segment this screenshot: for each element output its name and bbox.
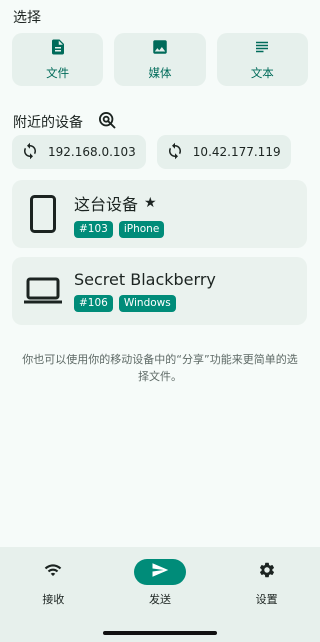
- device-id-badge: #106: [74, 295, 113, 312]
- home-indicator: [103, 631, 217, 635]
- nav-receive-label: 接收: [42, 593, 65, 606]
- nearby-title: 附近的设备: [13, 115, 83, 131]
- phone-icon: [12, 195, 74, 233]
- file-icon: [49, 38, 67, 60]
- device-os-badge: iPhone: [118, 220, 165, 238]
- pick-buttons: 文件 媒体 文本: [12, 33, 308, 86]
- refresh-icon: [166, 142, 184, 163]
- nav-receive[interactable]: 接收: [8, 559, 98, 642]
- text-icon: [253, 38, 271, 60]
- pick-text-label: 文本: [250, 66, 274, 80]
- refresh-icon: [21, 142, 39, 163]
- pick-text-button[interactable]: 文本: [216, 33, 308, 86]
- nav-send[interactable]: 发送: [115, 559, 205, 642]
- device-name: 这台设备: [74, 194, 139, 214]
- device-id-badge: #103: [74, 220, 113, 238]
- nearby-header: 附近的设备: [13, 110, 117, 134]
- address-list: 192.168.0.103 10.42.177.119: [12, 135, 291, 169]
- laptop-icon: [12, 277, 74, 305]
- pick-file-button[interactable]: 文件: [12, 33, 104, 86]
- address-chip[interactable]: 192.168.0.103: [12, 135, 146, 169]
- device-card-remote[interactable]: Secret Blackberry #106 Windows: [12, 257, 307, 325]
- nav-settings-label: 设置: [255, 593, 278, 606]
- scan-icon[interactable]: [97, 110, 117, 134]
- send-icon: [151, 561, 169, 583]
- pick-media-label: 媒体: [148, 66, 172, 80]
- gear-icon: [258, 561, 276, 583]
- share-hint: 你也可以使用你的移动设备中的“分享”功能来更简单的选择文件。: [22, 353, 298, 383]
- device-name: Secret Blackberry: [74, 270, 216, 289]
- address-text: 192.168.0.103: [48, 145, 136, 159]
- pick-section-title: 选择: [13, 10, 41, 26]
- pick-media-button[interactable]: 媒体: [114, 33, 206, 86]
- device-os-badge: Windows: [118, 295, 176, 312]
- address-text: 10.42.177.119: [192, 145, 281, 159]
- star-icon: ★: [144, 194, 157, 211]
- image-icon: [151, 38, 169, 60]
- pick-file-label: 文件: [46, 66, 70, 80]
- nav-send-label: 发送: [148, 593, 171, 606]
- address-chip[interactable]: 10.42.177.119: [156, 135, 291, 169]
- wifi-icon: [44, 561, 62, 583]
- device-card-this[interactable]: 这台设备 ★ #103 iPhone: [12, 180, 307, 248]
- nav-settings[interactable]: 设置: [222, 559, 312, 642]
- bottom-nav: 接收 发送 设置: [0, 547, 320, 642]
